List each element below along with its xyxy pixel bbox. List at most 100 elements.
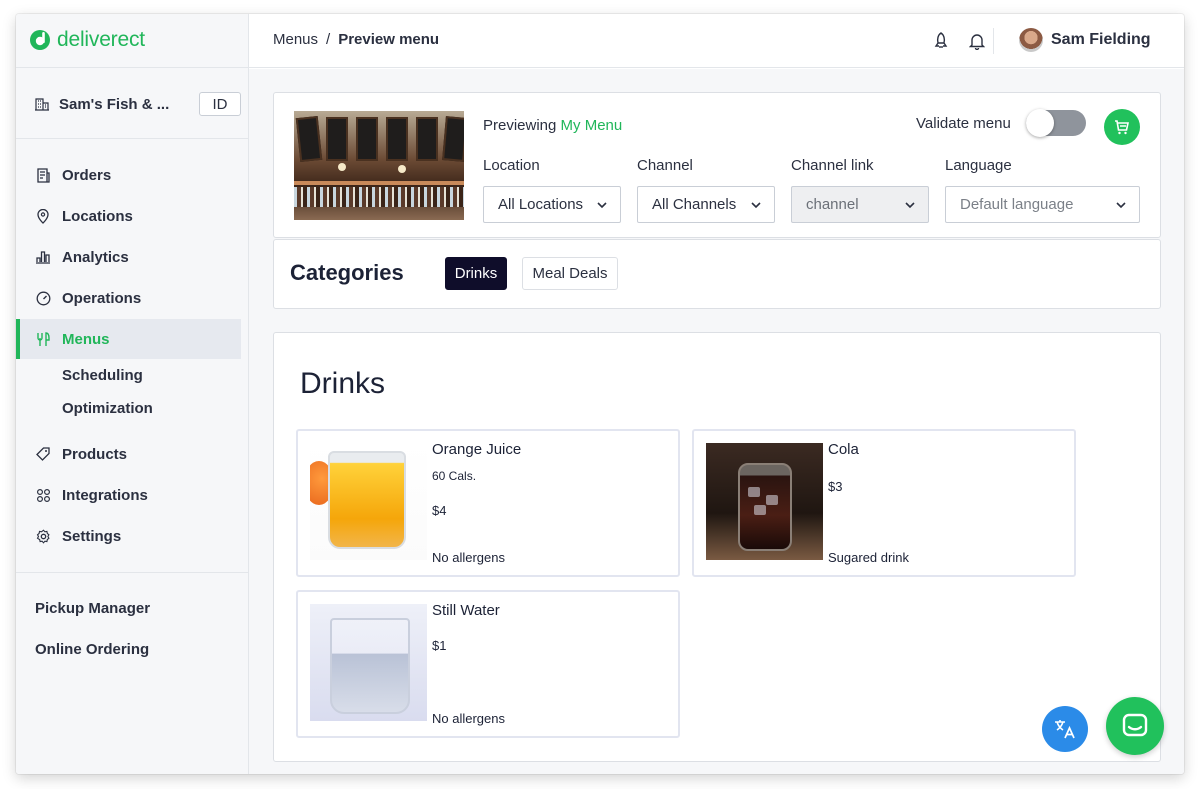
store-name: Sam's Fish & ... bbox=[59, 95, 170, 113]
menu-cover-image bbox=[294, 111, 464, 220]
id-button[interactable]: ID bbox=[199, 92, 241, 116]
sidebar-subitem-scheduling[interactable]: Scheduling bbox=[62, 367, 143, 384]
deliverect-logo-icon bbox=[30, 30, 50, 50]
product-card-cola[interactable]: Cola $3 Sugared drink bbox=[692, 429, 1076, 577]
sidebar-item-menus[interactable]: Menus bbox=[16, 319, 241, 359]
top-bar: Menus / Preview menu Sam Fielding bbox=[249, 14, 1184, 68]
grid-icon bbox=[35, 487, 51, 503]
sidebar-divider bbox=[16, 138, 249, 139]
avatar bbox=[1019, 28, 1043, 52]
translate-icon bbox=[1055, 720, 1075, 739]
sidebar-item-settings[interactable]: Settings bbox=[16, 516, 241, 556]
product-name: Cola bbox=[828, 441, 859, 458]
product-note: Sugared drink bbox=[828, 550, 909, 565]
gear-icon bbox=[35, 528, 51, 544]
toggle-knob bbox=[1026, 109, 1054, 137]
channel-link-select[interactable]: channel bbox=[791, 186, 929, 223]
location-select-value: All Locations bbox=[498, 196, 584, 213]
sidebar-item-orders[interactable]: Orders bbox=[16, 155, 241, 195]
topbar-divider bbox=[993, 28, 994, 54]
chat-icon bbox=[1122, 713, 1148, 737]
chevron-down-icon bbox=[751, 202, 761, 209]
product-price: $1 bbox=[432, 638, 447, 653]
language-select-value: Default language bbox=[960, 196, 1074, 213]
sidebar-item-integrations[interactable]: Integrations bbox=[16, 475, 241, 515]
previewing-prefix: Previewing bbox=[483, 117, 557, 134]
sidebar-item-label: Operations bbox=[62, 289, 142, 307]
channel-link-label: Channel link bbox=[791, 157, 874, 174]
product-note: No allergens bbox=[432, 711, 505, 726]
user-name: Sam Fielding bbox=[1051, 31, 1151, 48]
channel-label: Channel bbox=[637, 157, 693, 174]
product-name: Orange Juice bbox=[432, 441, 522, 458]
categories-card: Categories Drinks Meal Deals bbox=[273, 239, 1161, 309]
gauge-icon bbox=[35, 290, 51, 306]
product-note: No allergens bbox=[432, 550, 505, 565]
product-price: $3 bbox=[828, 479, 843, 494]
channel-select-value: All Channels bbox=[652, 196, 737, 213]
sidebar-divider bbox=[16, 572, 249, 573]
main-content: Previewing My Menu Validate menu Locatio… bbox=[249, 69, 1184, 774]
sidebar-item-products[interactable]: Products bbox=[16, 434, 241, 474]
bar-chart-icon bbox=[35, 249, 51, 265]
app-window: deliverect Sam's Fish & ... ID Orders Lo… bbox=[16, 14, 1184, 774]
user-menu[interactable]: Sam Fielding bbox=[1019, 28, 1151, 52]
sidebar-item-online-ordering[interactable]: Online Ordering bbox=[35, 641, 149, 658]
product-name: Still Water bbox=[432, 602, 500, 619]
sidebar-item-pickup-manager[interactable]: Pickup Manager bbox=[35, 600, 150, 617]
product-card-still-water[interactable]: Still Water $1 No allergens bbox=[296, 590, 680, 738]
product-image bbox=[310, 443, 427, 560]
validate-menu-toggle[interactable] bbox=[1026, 109, 1086, 137]
sidebar-item-label: Orders bbox=[62, 166, 112, 184]
category-chip-drinks[interactable]: Drinks bbox=[445, 257, 507, 290]
product-price: $4 bbox=[432, 503, 447, 518]
menu-name-link[interactable]: My Menu bbox=[561, 117, 623, 134]
sidebar: deliverect Sam's Fish & ... ID Orders Lo… bbox=[16, 14, 249, 774]
chevron-down-icon bbox=[1116, 202, 1126, 209]
location-pin-icon bbox=[35, 208, 51, 224]
chevron-down-icon bbox=[905, 202, 915, 209]
breadcrumb-current: Preview menu bbox=[338, 31, 440, 48]
translate-button[interactable] bbox=[1042, 706, 1088, 752]
section-title: Drinks bbox=[300, 367, 386, 400]
store-selector[interactable]: Sam's Fish & ... ID bbox=[35, 90, 241, 118]
validate-menu-label: Validate menu bbox=[916, 115, 1011, 132]
sidebar-divider bbox=[16, 67, 249, 68]
chat-button[interactable] bbox=[1106, 697, 1164, 755]
sidebar-item-label: Products bbox=[62, 445, 128, 463]
language-label: Language bbox=[945, 157, 1012, 174]
product-image bbox=[310, 604, 427, 721]
breadcrumb-separator: / bbox=[326, 31, 331, 48]
product-card-orange-juice[interactable]: Orange Juice 60 Cals. $4 No allergens bbox=[296, 429, 680, 577]
sidebar-item-label: Settings bbox=[62, 527, 122, 545]
channel-link-select-value: channel bbox=[806, 196, 859, 213]
sidebar-item-analytics[interactable]: Analytics bbox=[16, 237, 241, 277]
cart-icon bbox=[1115, 120, 1129, 135]
category-section-card: Drinks Orange Juice 60 Cals. $4 No aller… bbox=[273, 332, 1161, 762]
sidebar-subitem-optimization[interactable]: Optimization bbox=[62, 400, 153, 417]
sidebar-item-label: Locations bbox=[62, 207, 133, 225]
bell-icon[interactable] bbox=[969, 32, 985, 50]
chevron-down-icon bbox=[597, 202, 607, 209]
channel-select[interactable]: All Channels bbox=[637, 186, 775, 223]
building-icon bbox=[35, 98, 49, 111]
categories-title: Categories bbox=[290, 260, 404, 285]
brand-name: deliverect bbox=[57, 28, 145, 51]
fork-knife-icon bbox=[35, 331, 51, 347]
location-select[interactable]: All Locations bbox=[483, 186, 621, 223]
sidebar-item-operations[interactable]: Operations bbox=[16, 278, 241, 318]
sidebar-item-label: Analytics bbox=[62, 248, 129, 266]
tag-icon bbox=[35, 446, 51, 462]
breadcrumb-parent[interactable]: Menus bbox=[273, 31, 318, 48]
location-label: Location bbox=[483, 157, 540, 174]
sidebar-item-locations[interactable]: Locations bbox=[16, 196, 241, 236]
category-chip-meal-deals[interactable]: Meal Deals bbox=[522, 257, 618, 290]
product-calories: 60 Cals. bbox=[432, 469, 477, 483]
sidebar-item-label: Menus bbox=[62, 330, 110, 348]
cart-button[interactable] bbox=[1104, 109, 1140, 145]
deliverect-logo[interactable]: deliverect bbox=[29, 26, 145, 54]
sidebar-item-label: Integrations bbox=[62, 486, 148, 504]
rocket-icon[interactable] bbox=[933, 32, 949, 50]
preview-settings-card: Previewing My Menu Validate menu Locatio… bbox=[273, 92, 1161, 238]
language-select[interactable]: Default language bbox=[945, 186, 1140, 223]
